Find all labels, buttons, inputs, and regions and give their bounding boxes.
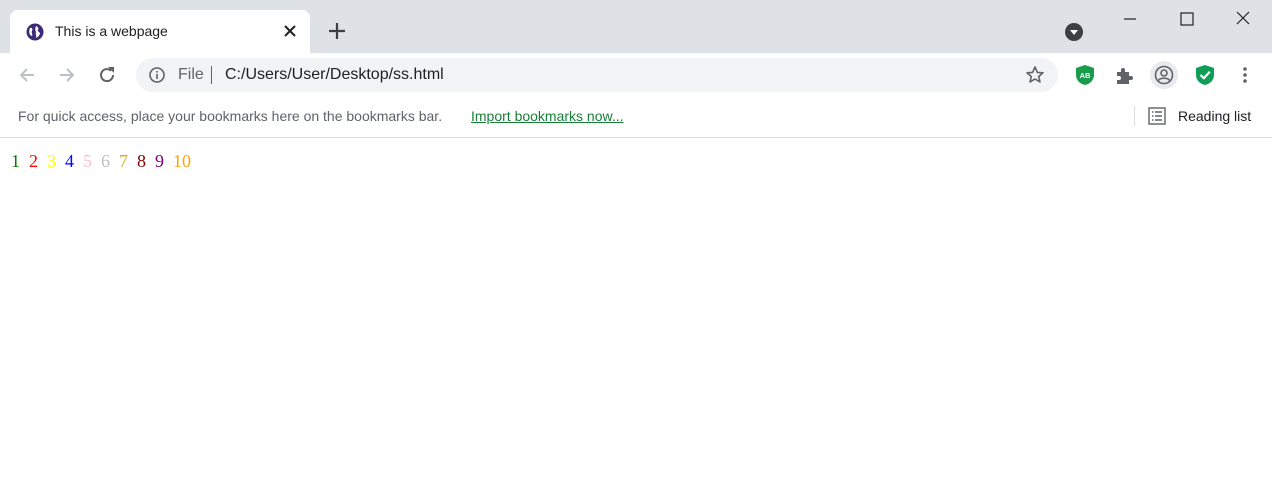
new-tab-plus-icon[interactable]: [327, 21, 347, 41]
number-3: 3: [47, 151, 56, 171]
scheme-label: File: [178, 66, 204, 83]
browser-toolbar: File C:/Users/User/Desktop/ss.html AB: [0, 53, 1272, 98]
svg-text:AB: AB: [1080, 71, 1091, 80]
url-text[interactable]: C:/Users/User/Desktop/ss.html: [225, 66, 444, 84]
number-9: 9: [155, 151, 164, 171]
window-close-icon[interactable]: [1234, 9, 1252, 27]
back-arrow-icon[interactable]: [16, 64, 38, 86]
kebab-menu-icon[interactable]: [1234, 64, 1256, 86]
address-divider: [211, 66, 212, 84]
colored-numbers: 1 2 3 4 5 6 7 8 9 10: [11, 151, 196, 172]
globe-icon: [26, 23, 44, 41]
number-10: 10: [173, 151, 191, 171]
reading-list-button[interactable]: Reading list: [1178, 108, 1251, 124]
adblock-icon[interactable]: AB: [1074, 64, 1096, 86]
bookmarks-divider: [1134, 106, 1135, 126]
number-6: 6: [101, 151, 110, 171]
bookmarks-prompt: For quick access, place your bookmarks h…: [18, 108, 443, 124]
reading-list-icon[interactable]: [1148, 107, 1166, 125]
info-icon[interactable]: [148, 66, 166, 84]
number-2: 2: [29, 151, 38, 171]
number-4: 4: [65, 151, 74, 171]
minimize-icon[interactable]: [1120, 10, 1140, 28]
profile-icon: [1154, 65, 1174, 85]
shield-check-icon[interactable]: [1194, 64, 1216, 86]
tab-title: This is a webpage: [55, 23, 168, 39]
close-tab-icon[interactable]: [281, 22, 299, 40]
tab-search-icon[interactable]: [1064, 22, 1084, 42]
tab-strip: This is a webpage: [0, 0, 1272, 53]
bookmark-star-icon[interactable]: [1025, 65, 1045, 85]
number-1: 1: [11, 151, 20, 171]
maximize-icon[interactable]: [1178, 10, 1196, 28]
forward-arrow-icon[interactable]: [56, 64, 78, 86]
address-bar[interactable]: File C:/Users/User/Desktop/ss.html: [136, 58, 1058, 92]
puzzle-icon[interactable]: [1114, 64, 1136, 86]
page-content: 1 2 3 4 5 6 7 8 9 10: [0, 139, 1272, 490]
import-bookmarks-link[interactable]: Import bookmarks now...: [471, 108, 624, 124]
profile-button[interactable]: [1150, 61, 1178, 89]
active-tab[interactable]: This is a webpage: [10, 10, 310, 53]
number-5: 5: [83, 151, 92, 171]
bookmarks-bar: For quick access, place your bookmarks h…: [0, 98, 1272, 138]
reload-icon[interactable]: [96, 64, 118, 86]
number-7: 7: [119, 151, 128, 171]
number-8: 8: [137, 151, 146, 171]
